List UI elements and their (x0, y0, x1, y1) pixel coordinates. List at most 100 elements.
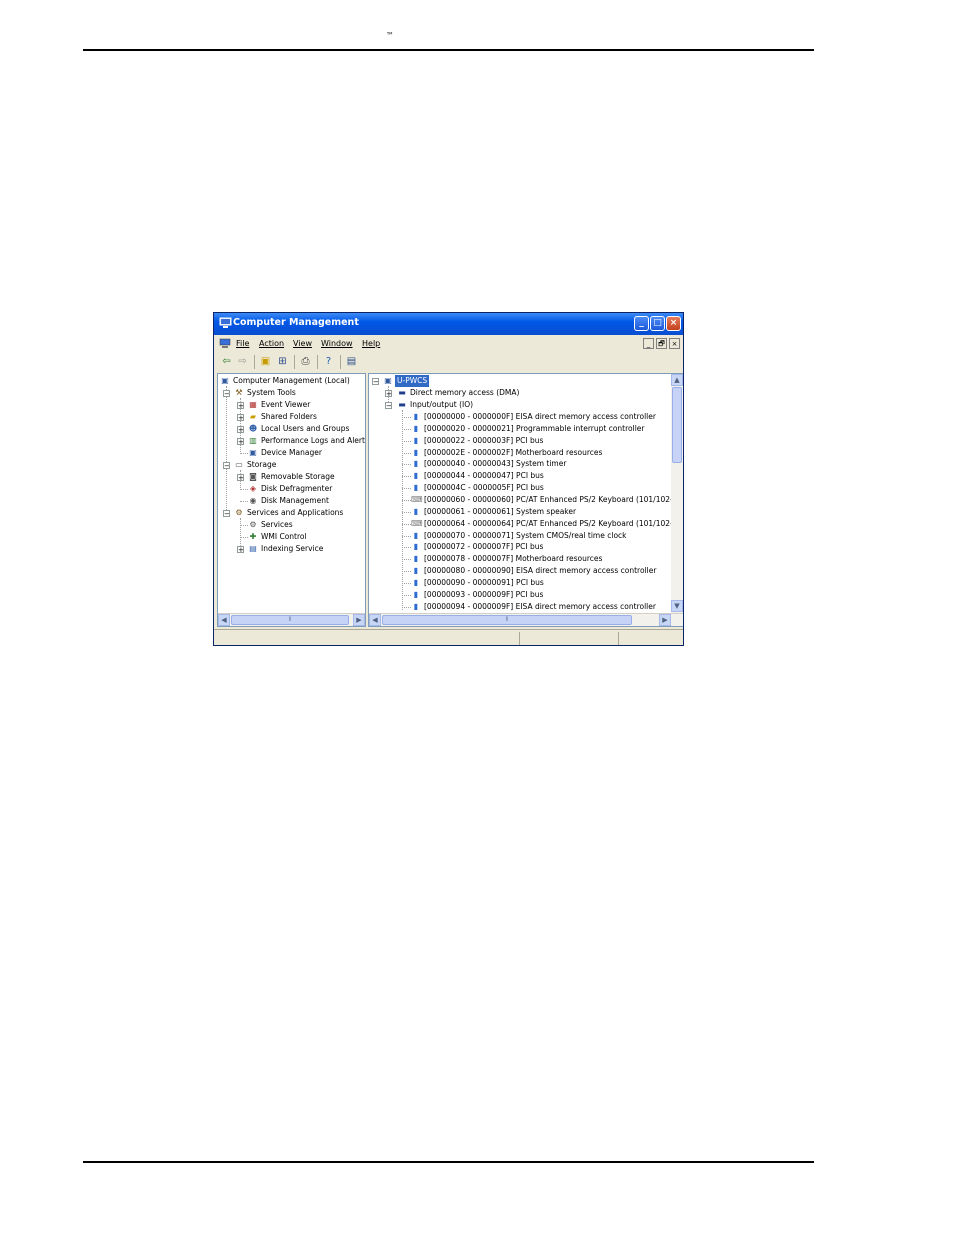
tree-node-label: Disk Management (261, 496, 329, 505)
minimize-button[interactable]: _ (634, 316, 649, 331)
toolbar: ⇦ ⇨ ▣ ⊞ ⎙ ? ▤ (214, 353, 683, 371)
chip-icon: ▮ (413, 554, 419, 564)
tools-icon: ⚒ (235, 388, 243, 397)
tree-connector (402, 464, 411, 466)
tree-node-label: Local Users and Groups (261, 424, 350, 433)
io-resource-label: [00000060 - 00000060] PC/AT Enhanced PS/… (424, 494, 678, 504)
tree-connector (402, 476, 411, 478)
tree-node-label: System Tools (247, 388, 296, 397)
wmi-icon: ✚ (249, 532, 257, 541)
expand-toggle[interactable]: + (237, 426, 244, 434)
menu-help[interactable]: Help (362, 339, 380, 348)
scroll-right-button[interactable]: ▶ (353, 614, 365, 626)
menu-view[interactable]: View (293, 339, 312, 348)
tree-node-label: Computer Management (Local) (233, 376, 350, 385)
mdi-restore-button[interactable]: 🗗 (656, 338, 667, 349)
scroll-thumb[interactable] (672, 387, 682, 463)
io-resource-label: [00000064 - 00000064] PC/AT Enhanced PS/… (424, 518, 678, 528)
tree-connector (402, 488, 411, 490)
right-horizontal-scrollbar[interactable]: ◀ ⦀ ▶ (369, 613, 683, 626)
console-tree-pane[interactable]: ▣ Computer Management (Local) − ⚒ System… (217, 373, 366, 627)
title-bar[interactable]: Computer Management _ □ × (214, 313, 683, 335)
status-divider (519, 632, 520, 645)
collapse-toggle[interactable]: − (223, 390, 230, 398)
computer-management-window: Computer Management _ □ × File Action Vi… (213, 312, 684, 646)
expand-toggle[interactable]: + (237, 438, 244, 446)
chip-icon: ▬ (398, 388, 406, 397)
tree-node-label: Direct memory access (DMA) (410, 388, 520, 397)
expand-toggle[interactable]: + (385, 390, 392, 398)
removable-storage-icon: ◙ (249, 472, 257, 481)
menu-action[interactable]: Action (259, 339, 284, 348)
chip-icon: ▮ (413, 459, 419, 469)
tree-connector (240, 501, 248, 502)
keyboard-icon: ⌨ (411, 494, 423, 504)
tree-connector (402, 417, 411, 418)
right-vertical-scrollbar[interactable]: ▲ ▼ (671, 374, 683, 613)
disk-icon: ◉ (249, 496, 257, 505)
tree-node-label: Services (261, 520, 293, 529)
header-rule (83, 49, 814, 51)
collapse-toggle[interactable]: − (385, 402, 392, 410)
collapse-toggle[interactable]: − (372, 378, 379, 386)
chip-icon: ▮ (413, 506, 419, 516)
chip-icon: ▮ (413, 566, 419, 576)
up-folder-icon[interactable]: ▣ (259, 355, 272, 368)
scroll-up-button[interactable]: ▲ (671, 374, 683, 386)
tree-connector (240, 537, 248, 538)
help-icon[interactable]: ? (322, 355, 335, 368)
scroll-thumb[interactable]: ⦀ (382, 615, 632, 625)
io-resource-label: [00000090 - 00000091] PCI bus (424, 577, 544, 587)
tree-connector (402, 571, 411, 573)
computer-management-icon (219, 317, 232, 328)
document-icon[interactable] (219, 338, 231, 349)
footer-rule (83, 1161, 814, 1163)
tree-node-label: Removable Storage (261, 472, 335, 481)
mdi-minimize-button[interactable]: _ (643, 338, 654, 349)
io-resource-label: [00000000 - 0000000F] EISA direct memory… (424, 412, 656, 421)
back-arrow-icon[interactable]: ⇦ (220, 355, 233, 368)
io-resource-label: [00000040 - 00000043] System timer (424, 459, 567, 469)
io-resource-label: [00000080 - 00000090] EISA direct memory… (424, 566, 657, 576)
storage-icon: ▭ (235, 460, 243, 469)
properties-icon[interactable]: ▤ (345, 355, 358, 368)
print-icon[interactable]: ⎙ (299, 355, 312, 368)
tree-node-label: Event Viewer (261, 400, 311, 409)
io-resource-label: [0000004C - 0000005F] PCI bus (424, 483, 544, 493)
io-resource-label: [00000094 - 0000009F] EISA direct memory… (424, 601, 656, 611)
tree-connector (402, 559, 411, 561)
chip-icon: ▮ (413, 589, 419, 599)
expand-toggle[interactable]: + (237, 414, 244, 422)
left-horizontal-scrollbar[interactable]: ◀ ⦀ ▶ (218, 613, 365, 626)
expand-toggle[interactable]: + (237, 474, 244, 482)
expand-toggle[interactable]: + (237, 546, 244, 554)
close-button[interactable]: × (666, 316, 681, 331)
tree-connector (402, 547, 411, 549)
collapse-toggle[interactable]: − (223, 510, 230, 518)
chip-icon: ▮ (413, 542, 419, 552)
menu-file[interactable]: File (236, 339, 249, 348)
scroll-left-button[interactable]: ◀ (218, 614, 230, 626)
tree-node-label: Input/output (IO) (410, 400, 474, 409)
tree-connector (402, 428, 411, 430)
defrag-icon: ◈ (249, 484, 257, 493)
expand-toggle[interactable]: + (237, 402, 244, 410)
scroll-thumb[interactable]: ⦀ (231, 615, 349, 625)
tree-connector (402, 499, 411, 501)
scroll-down-button[interactable]: ▼ (671, 600, 683, 612)
forward-arrow-icon[interactable]: ⇨ (236, 355, 249, 368)
menu-bar: File Action View Window Help _ 🗗 × (214, 335, 683, 354)
maximize-button[interactable]: □ (650, 316, 665, 331)
mdi-close-button[interactable]: × (669, 338, 680, 349)
menu-window[interactable]: Window (321, 339, 353, 348)
device-tree-pane[interactable]: − ▣ U-PWCS + ▬ Direct memory access (DMA… (368, 373, 683, 627)
scroll-left-button[interactable]: ◀ (369, 614, 381, 626)
io-resource-label: [00000093 - 0000009F] PCI bus (424, 589, 544, 599)
show-hide-tree-icon[interactable]: ⊞ (276, 355, 289, 368)
chip-icon: ▮ (413, 530, 419, 540)
scroll-right-button[interactable]: ▶ (659, 614, 671, 626)
tree-connector (240, 453, 248, 454)
chip-icon: ▮ (413, 435, 419, 445)
collapse-toggle[interactable]: − (223, 462, 230, 470)
status-divider (618, 632, 619, 645)
